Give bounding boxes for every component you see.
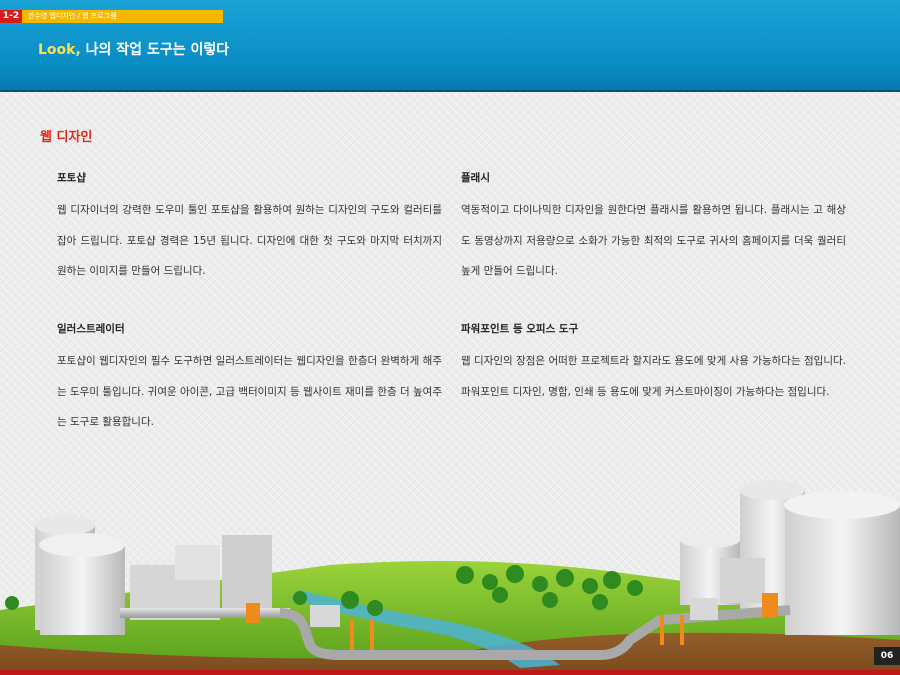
tool-heading: 파워포인트 등 오피스 도구 xyxy=(461,323,579,335)
tool-description: 역동적이고 다이나믹한 디자인을 원한다면 플래시를 활용하면 됩니다. 플래시… xyxy=(461,204,846,277)
tool-description: 포토샵이 웹디자인의 필수 도구하면 일러스트레이터는 웹디자인을 한층더 완벽… xyxy=(57,355,442,428)
section-title: 웹 디자인 xyxy=(40,130,93,145)
tool-heading: 일러스트레이터 xyxy=(57,323,125,335)
tool-heading: 플래시 xyxy=(461,172,490,184)
tool-block-flash: 플래시 역동적이고 다이나믹한 디자인을 원한다면 플래시를 활용하면 됩니다.… xyxy=(461,170,846,287)
page-title: Look, 나의 작업 도구는 이렇다 xyxy=(38,39,229,59)
breadcrumb: 한수영 웹디자인 / 웹 프로그램 xyxy=(28,12,117,20)
page-title-text: 나의 작업 도구는 이렇다 xyxy=(80,42,230,58)
tool-description: 웹 디자인의 장점은 어떠한 프로젝트라 할지라도 용도에 맞게 사용 가능하다… xyxy=(461,355,846,398)
footer-line xyxy=(0,670,900,675)
tool-block-photoshop: 포토샵 웹 디자이너의 강력한 도우미 툴인 포토샵을 활용하여 원하는 디자인… xyxy=(57,170,442,287)
plant-landscape-illustration xyxy=(0,480,900,675)
section-number-badge: 1-2 xyxy=(0,10,22,23)
tool-description: 웹 디자이너의 강력한 도우미 툴인 포토샵을 활용하여 원하는 디자인의 구도… xyxy=(57,204,442,277)
page-number: 06 xyxy=(874,647,900,665)
tool-heading: 포토샵 xyxy=(57,172,86,184)
tool-block-illustrator: 일러스트레이터 포토샵이 웹디자인의 필수 도구하면 일러스트레이터는 웹디자인… xyxy=(57,321,442,438)
page-title-accent: Look, xyxy=(38,42,81,58)
tool-block-powerpoint: 파워포인트 등 오피스 도구 웹 디자인의 장점은 어떠한 프로젝트라 할지라도… xyxy=(461,321,846,407)
